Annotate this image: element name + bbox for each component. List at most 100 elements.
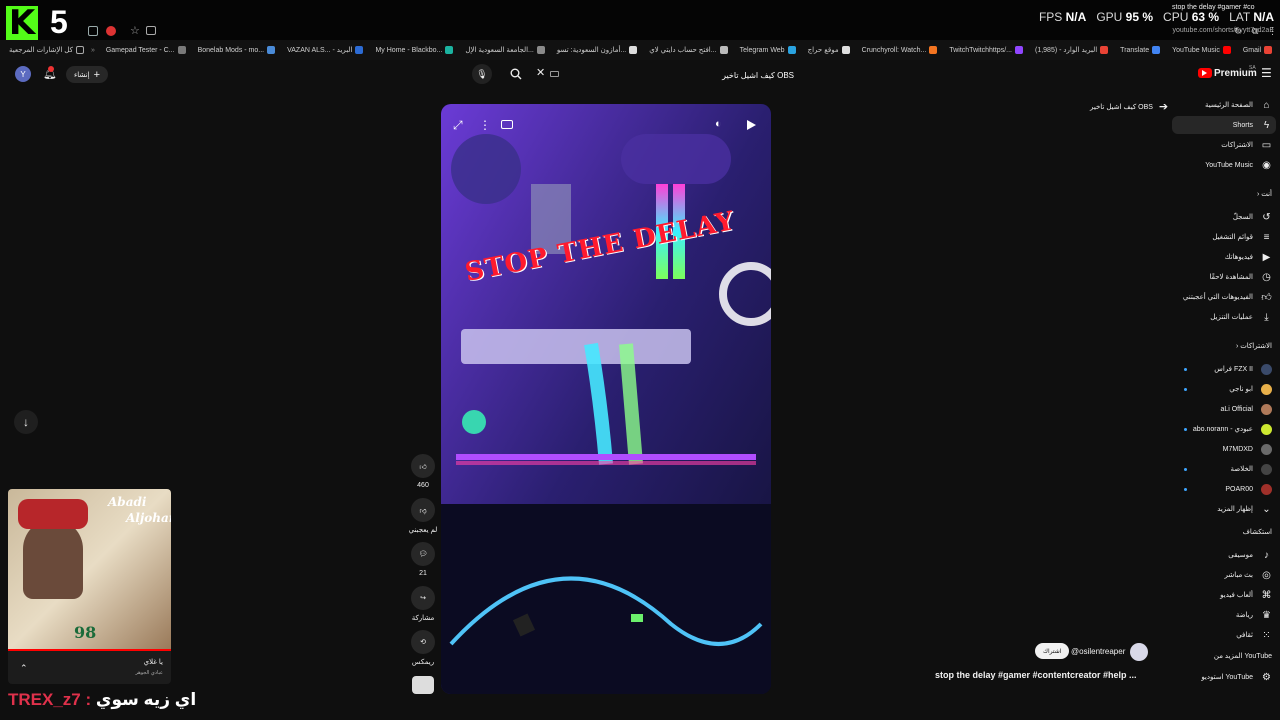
sidebar-item[interactable]: موسيقى ♪	[1170, 546, 1272, 564]
reload-icon[interactable]: ↻	[1234, 26, 1242, 37]
sidebar-item[interactable]: ثقافي ⁙	[1170, 626, 1272, 644]
star-icon[interactable]: ☆	[130, 24, 140, 37]
sidebar-item[interactable]: ابو ناجي	[1170, 380, 1272, 398]
sidebar-section-you-label: أنت	[1261, 191, 1272, 198]
address-bar[interactable]: youtube.com/shorts/6yytt7vd2aE	[1172, 27, 1274, 34]
bookmark-item[interactable]: YouTube Music	[1169, 46, 1234, 54]
bookmark-item[interactable]: Bonelab Mods - mo...	[195, 46, 279, 54]
more-options-icon[interactable]: ⋮	[479, 118, 491, 132]
sidebar-item[interactable]: استوديو YouTube ⚙	[1170, 668, 1272, 686]
hamburger-menu-icon[interactable]: ☰	[1261, 66, 1272, 80]
bookmark-item[interactable]: Gmail	[1240, 46, 1275, 54]
all-bookmarks[interactable]: كل الإشارات المرجعية	[6, 46, 87, 54]
bookmark-item[interactable]: TwitchTwitchhttps/...	[946, 46, 1026, 54]
sidebar-item-label: الخلاصة	[1230, 466, 1253, 473]
back-link-label: كيف اشيل تاخير OBS	[1090, 103, 1153, 111]
sidebar-item[interactable]: الاشتراكات ▭	[1170, 136, 1272, 154]
bookmark-favicon-icon	[841, 46, 850, 54]
bookmark-label: افتح حساب دايتي لاي...	[649, 47, 717, 54]
sidebar-item[interactable]: عمليات التنزيل ⤓	[1170, 308, 1272, 326]
menu-dots-icon[interactable]: ⋮	[1268, 26, 1277, 37]
sidebar-item[interactable]: فراس FZX II	[1170, 360, 1272, 378]
sidebar-item[interactable]: YouTube Music ◉	[1170, 156, 1272, 174]
sidebar-section-explore[interactable]: استكشاف	[1243, 528, 1272, 536]
bookmark-item[interactable]: Gamepad Tester - C...	[103, 46, 189, 54]
channel-avatar-icon	[1261, 483, 1272, 495]
chat-username: TREX_z7 :	[8, 690, 92, 709]
sidebar-item[interactable]: abo.norann - عبودي	[1170, 420, 1272, 438]
mini-player[interactable]: Abadi Aljohar 98 يا غلاي عبادي الجوهر ⌃	[8, 489, 171, 684]
search-icon[interactable]	[506, 64, 526, 84]
play-icon[interactable]	[747, 120, 756, 130]
sidebar-item[interactable]: aLi Official	[1170, 400, 1272, 418]
bookmark-item[interactable]: Translate	[1117, 46, 1163, 54]
gaming-icon: ⌘	[1261, 589, 1272, 601]
sidebar-item[interactable]: رياضة ♛	[1170, 606, 1272, 624]
back-to-search-link[interactable]: كيف اشيل تاخير OBS ➔	[1090, 100, 1168, 113]
sidebar-section-more[interactable]: المزيد من YouTube	[1214, 652, 1272, 660]
sidebar-section-explore-label: استكشاف	[1242, 529, 1272, 536]
region-code: SA	[1249, 65, 1256, 71]
sidebar-item[interactable]: بث مباشر ◎	[1170, 566, 1272, 584]
shorts-video-player[interactable]: STOP THE DELAY ⤢ ⋮ ◐	[441, 104, 771, 694]
sidebar-show-more[interactable]: إظهار المزيد ⌄	[1170, 500, 1272, 518]
sidebar-item[interactable]: فيديوهاتك ▶	[1170, 248, 1272, 266]
album-artist-name-1: Abadi	[108, 495, 147, 509]
bookmark-favicon-icon	[445, 46, 454, 54]
search-input[interactable]: كيف اشيل تاخير OBS	[530, 64, 800, 86]
bookmark-item[interactable]: افتح حساب دايتي لاي...	[646, 46, 730, 54]
bookmark-item[interactable]: البريد الوارد - (1,985)	[1032, 46, 1111, 54]
sidebar-item[interactable]: الفيديوهات التي أعجبتني 👍︎	[1170, 288, 1272, 306]
sidebar-item[interactable]: POAR00	[1170, 480, 1272, 498]
sidebar-item[interactable]: M7MDXD	[1170, 440, 1272, 458]
sidebar-item[interactable]: الخلاصة	[1170, 460, 1272, 478]
record-icon[interactable]	[106, 26, 116, 36]
sidebar-item-label: رياضة	[1235, 612, 1253, 619]
sound-thumbnail[interactable]	[412, 676, 434, 694]
create-button[interactable]: إنشاء +	[66, 66, 108, 83]
bookmark-item[interactable]: موقع حراج	[805, 46, 853, 54]
share-button[interactable]: ↪ مشاركة	[410, 586, 436, 622]
bookmark-item[interactable]: Crunchyroll: Watch...	[859, 46, 941, 54]
album-cover: Abadi Aljohar 98	[8, 489, 171, 649]
bookmark-item[interactable]: الجامعة السعودية الإل...	[462, 46, 548, 54]
new-content-dot	[1184, 488, 1187, 491]
voice-search-mic-icon[interactable]: 🎙︎	[472, 64, 492, 84]
bookmark-item[interactable]: My Home - Blackbo...	[372, 46, 456, 54]
captions-icon[interactable]	[501, 120, 513, 129]
extensions-icon[interactable]: ⧉	[1252, 26, 1258, 37]
bookmark-item[interactable]: VAZAN ALS... - البريد	[284, 46, 366, 54]
account-avatar[interactable]: Y	[15, 66, 31, 82]
dislike-button[interactable]: 👎︎ لم يعجبني	[404, 498, 442, 534]
sidebar-item-label: YouTube Music	[1205, 161, 1253, 169]
expand-chevron-up-icon[interactable]: ⌃	[20, 663, 28, 674]
video-icon: ▶	[1262, 251, 1271, 263]
like-button[interactable]: 👍︎ 460	[410, 454, 436, 489]
sidebar-item[interactable]: السجلّ ↺	[1170, 208, 1272, 226]
bookmark-item[interactable]: Telegram Web	[737, 46, 799, 54]
sidebar-item[interactable]: Shorts ϟ	[1172, 116, 1276, 134]
kick-viewer-count: 5	[50, 4, 68, 40]
overflow-chevron-icon[interactable]: »	[91, 47, 95, 54]
sidebar-item[interactable]: ألعاب فيديو ⌘	[1170, 586, 1272, 604]
channel-handle[interactable]: @osilentreaper	[1071, 647, 1125, 656]
sidebar-item-label: M7MDXD	[1222, 445, 1253, 453]
sidebar-item[interactable]: المشاهدة لاحقًا ◷	[1170, 268, 1272, 286]
scroll-down-arrow-icon[interactable]: ↓	[14, 410, 38, 434]
bookmark-label: Bonelab Mods - mo...	[197, 46, 265, 54]
sidebar-section-subscriptions[interactable]: › الاشتراكات	[1236, 342, 1272, 350]
sidebar-item[interactable]: الصفحة الرئيسية ⌂	[1170, 96, 1272, 114]
sidebar-item[interactable]: قوائم التشغيل ≡	[1170, 228, 1272, 246]
channel-avatar[interactable]	[1130, 643, 1148, 661]
sidebar-section-you[interactable]: › أنت	[1257, 190, 1272, 198]
bookmark-item[interactable]: أمازون السعودية: تسو...	[554, 46, 640, 54]
new-content-dot	[1184, 468, 1187, 471]
subscribe-button[interactable]: اشتراك	[1035, 643, 1070, 659]
cast-icon[interactable]	[146, 26, 156, 35]
comments-button[interactable]: 💬︎ 21	[410, 542, 436, 577]
window-icon[interactable]	[88, 26, 98, 36]
fullscreen-icon[interactable]: ⤢	[453, 118, 463, 133]
volume-icon[interactable]: ◐	[715, 118, 722, 130]
browser-tab[interactable]: stop the delay #gamer #co	[1172, 4, 1255, 11]
remix-button[interactable]: ⟲ ريمكس	[410, 630, 436, 666]
